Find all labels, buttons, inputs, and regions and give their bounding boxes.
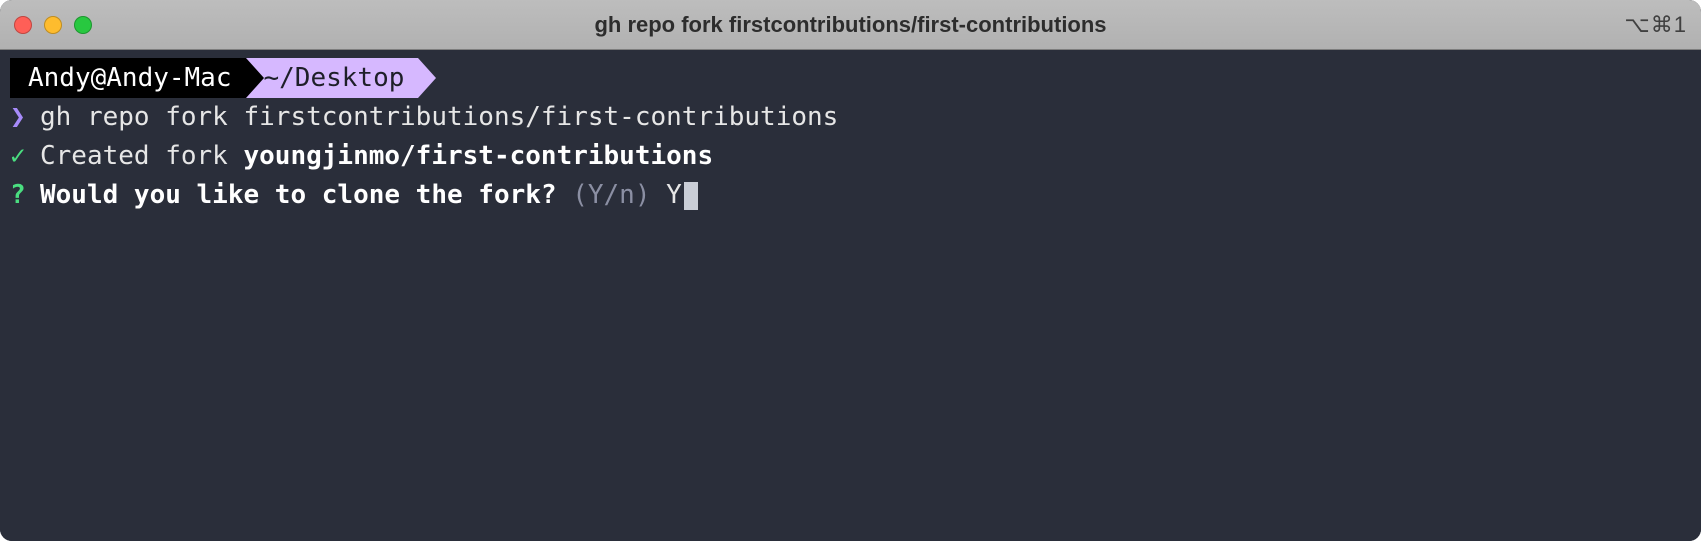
close-icon[interactable] [14, 16, 32, 34]
question-icon: ? [10, 176, 40, 215]
question-hint: (Y/n) [572, 176, 650, 215]
traffic-lights [14, 16, 92, 34]
check-icon: ✓ [10, 137, 40, 176]
question-answer[interactable]: Y [666, 176, 682, 215]
prompt-user-host-text: Andy@Andy-Mac [28, 59, 232, 98]
prompt-user-host: Andy@Andy-Mac [10, 58, 246, 98]
prompt-line: Andy@Andy-Mac ~/Desktop [0, 58, 1701, 98]
created-fork-name: youngjinmo/first-contributions [244, 137, 714, 176]
prompt-cwd-text: ~/Desktop [264, 59, 405, 98]
prompt-cwd: ~/Desktop [246, 58, 419, 98]
window-shortcut-indicator: ⌥⌘1 [1624, 12, 1687, 38]
command-line: ❯ gh repo fork firstcontributions/first-… [0, 98, 1701, 137]
created-prefix: Created fork [40, 137, 244, 176]
zoom-icon[interactable] [74, 16, 92, 34]
terminal-body[interactable]: Andy@Andy-Mac ~/Desktop ❯ gh repo fork f… [0, 50, 1701, 541]
powerline-arrow-icon [246, 58, 264, 98]
output-created-line: ✓ Created fork youngjinmo/first-contribu… [0, 137, 1701, 176]
prompt-caret-icon: ❯ [10, 98, 40, 137]
minimize-icon[interactable] [44, 16, 62, 34]
cursor-icon [684, 182, 698, 210]
prompt-question-line: ? Would you like to clone the fork? (Y/n… [0, 176, 1701, 215]
window-title: gh repo fork firstcontributions/first-co… [0, 12, 1701, 38]
powerline-arrow-icon [418, 58, 436, 98]
terminal-window: gh repo fork firstcontributions/first-co… [0, 0, 1701, 541]
question-text: Would you like to clone the fork? [40, 176, 557, 215]
command-text: gh repo fork firstcontributions/first-co… [40, 98, 838, 137]
titlebar: gh repo fork firstcontributions/first-co… [0, 0, 1701, 50]
